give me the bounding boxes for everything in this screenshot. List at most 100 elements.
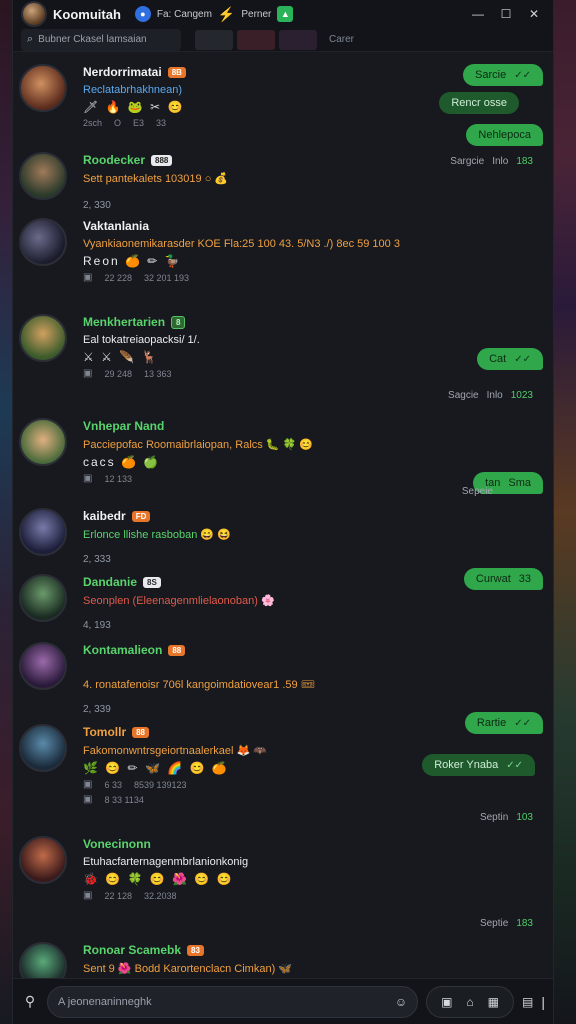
- message-stamp: Sepeie: [461, 486, 493, 497]
- message-text: Reclatabrhakhnean): [83, 84, 183, 96]
- verified-icon: ●: [134, 6, 151, 22]
- avatar[interactable]: [19, 418, 67, 466]
- outgoing-message[interactable]: Roker Ynaba ✓✓: [422, 754, 535, 776]
- emoji-row: Reon 🍊 ✏ 🦆: [83, 254, 182, 268]
- tab-strip: [195, 29, 317, 50]
- outgoing-message[interactable]: Curwat 33: [463, 568, 543, 590]
- nav-link-1[interactable]: Fa: Cangem: [157, 9, 212, 20]
- message-meta: ▣ 22 128 32.2038: [83, 890, 177, 901]
- avatar[interactable]: [19, 836, 67, 884]
- title-bar: Koomuitah ● Fa: Cangem ⚡ Perner ▲ — ☐ ✕: [13, 0, 553, 28]
- avatar[interactable]: [19, 314, 67, 362]
- emoji-row: 🌿 😊 ✏ 🦋 🌈 😊 🍊: [83, 761, 229, 775]
- message-meta: ▣ 8 33 1134: [83, 794, 144, 805]
- message-text: Sett pantekalets 103019 ○ 💰: [83, 173, 229, 185]
- tab-chip[interactable]: [279, 29, 317, 50]
- level-badge: 88: [168, 644, 186, 656]
- outgoing-message[interactable]: Nehlepoca: [466, 124, 543, 146]
- level-badge: FD: [131, 510, 151, 522]
- message-input[interactable]: A jeonenaninneghk ☺: [47, 985, 419, 1018]
- sticker-icon[interactable]: ⌂: [466, 995, 473, 1009]
- zap-icon[interactable]: ⚡: [218, 6, 235, 23]
- read-check-icon: ✓✓: [506, 759, 523, 771]
- emoji-row: cacs 🍊 🍏: [83, 455, 161, 469]
- read-check-icon: ✓✓: [514, 353, 531, 365]
- minimize-button[interactable]: —: [467, 7, 489, 21]
- level-badge: 8B: [167, 66, 186, 78]
- sender-name: kaibedr: [83, 509, 126, 523]
- read-check-icon: ✓✓: [514, 717, 531, 729]
- close-button[interactable]: ✕: [523, 7, 545, 21]
- outgoing-message[interactable]: Cat ✓✓: [477, 348, 543, 370]
- level-badge: 888: [151, 154, 173, 166]
- reaction-count: 2, 339: [83, 704, 111, 715]
- send-divider: |: [541, 993, 545, 1010]
- image-icon: ▣: [83, 473, 93, 484]
- avatar[interactable]: [19, 152, 67, 200]
- sender-name: Roodecker: [83, 153, 146, 167]
- level-badge: 88: [132, 726, 150, 738]
- message-meta: ▣ 12 133: [83, 473, 132, 484]
- outgoing-message[interactable]: Sarcie ✓✓: [463, 64, 543, 86]
- avatar[interactable]: [19, 942, 67, 978]
- sender-name: Ronoar Scamebk: [83, 943, 182, 957]
- image-icon: ▣: [83, 272, 93, 283]
- message-meta: ▣ 22 228 32 201 193: [83, 272, 190, 283]
- level-badge: 83: [187, 944, 204, 956]
- message-stamp: Septie 183: [479, 918, 533, 929]
- avatar[interactable]: [19, 642, 67, 690]
- level-badge: 8: [171, 315, 186, 329]
- background-art-right: [552, 0, 576, 1024]
- image-icon: ▣: [83, 890, 93, 901]
- message-meta: 2sch O E3 33: [83, 118, 167, 128]
- message-text: Eal tokatreiaopacksi/ 1/.: [83, 334, 200, 346]
- nav-link-2[interactable]: Perner: [241, 9, 271, 20]
- message-stamp: Septin 103: [479, 812, 533, 823]
- avatar[interactable]: [19, 508, 67, 556]
- avatar[interactable]: [19, 218, 67, 266]
- composer-tools: ▣ ⌂ ▦: [426, 985, 515, 1018]
- sender-name: Nerdorrimatai: [83, 65, 162, 79]
- message-list[interactable]: Nerdorrimatai 8B Reclatabrhakhnean) 🗡 🔥 …: [13, 52, 553, 978]
- sender-name: Tomollr: [83, 725, 127, 739]
- level-badge: 8S: [143, 576, 161, 588]
- sender-name: Vaktanlania: [83, 219, 150, 233]
- message-text: Pacciepofac Roomaibrlaiopan, Ralcs 🐛 🍀 😊: [83, 439, 314, 451]
- sender-name: Menkhertarien: [83, 315, 166, 329]
- emoji-icon[interactable]: ☺: [395, 995, 407, 1009]
- app-avatar[interactable]: [21, 1, 47, 27]
- sender-name: Vnhepar Nand: [83, 419, 165, 433]
- composer-bar: ⚲ A jeonenaninneghk ☺ ▣ ⌂ ▦ ▤ |: [13, 978, 553, 1024]
- search-input[interactable]: ⌕ Bubner Ckasel lamsaian: [21, 28, 181, 51]
- sender-name: Vonecinonn: [83, 837, 151, 851]
- message-meta: ▣ 29 248 13 363: [83, 368, 172, 379]
- reaction-count: 4, 193: [83, 620, 111, 631]
- outgoing-message[interactable]: Rartie ✓✓: [464, 712, 543, 734]
- avatar[interactable]: [19, 64, 67, 112]
- chart-icon[interactable]: ▲: [277, 6, 294, 22]
- message-text: Sent 9 🌺 Bodd Karortenclacn Cimkan) 🦋: [83, 963, 292, 975]
- message-text: Vyankiaonemikarasder KOE Fla:25 100 43. …: [83, 238, 400, 250]
- outgoing-message[interactable]: Rencr osse: [439, 92, 519, 114]
- sender-name: Kontamalieon: [83, 643, 163, 657]
- image-icon: ▣: [83, 368, 93, 379]
- emoji-row: 🗡 🔥 🐸 ✂ 😊: [83, 100, 185, 114]
- message-text: Fakomonwntrsgeiortnaalerkael 🦊 🦇: [83, 745, 267, 757]
- file-icon[interactable]: ▤: [522, 995, 533, 1009]
- search-row: ⌕ Bubner Ckasel lamsaian Carer: [13, 28, 553, 52]
- message-text: Erlonce llishe rasboban 😄 😆: [83, 529, 231, 541]
- attach-icon[interactable]: ⚲: [21, 993, 39, 1010]
- gif-icon[interactable]: ▣: [441, 995, 452, 1009]
- tab-chip[interactable]: [195, 29, 233, 50]
- tab-chip[interactable]: [237, 29, 275, 50]
- search-icon: ⌕: [27, 33, 34, 45]
- avatar[interactable]: [19, 574, 67, 622]
- avatar[interactable]: [19, 724, 67, 772]
- tab-label[interactable]: Carer: [329, 34, 354, 45]
- image-icon[interactable]: ▦: [488, 995, 499, 1009]
- reaction-count: 2, 333: [83, 554, 111, 565]
- sender-name: Dandanie: [83, 575, 138, 589]
- image-icon: ▣: [83, 779, 93, 790]
- reaction-count: 2, 330: [83, 200, 111, 211]
- maximize-button[interactable]: ☐: [495, 7, 517, 21]
